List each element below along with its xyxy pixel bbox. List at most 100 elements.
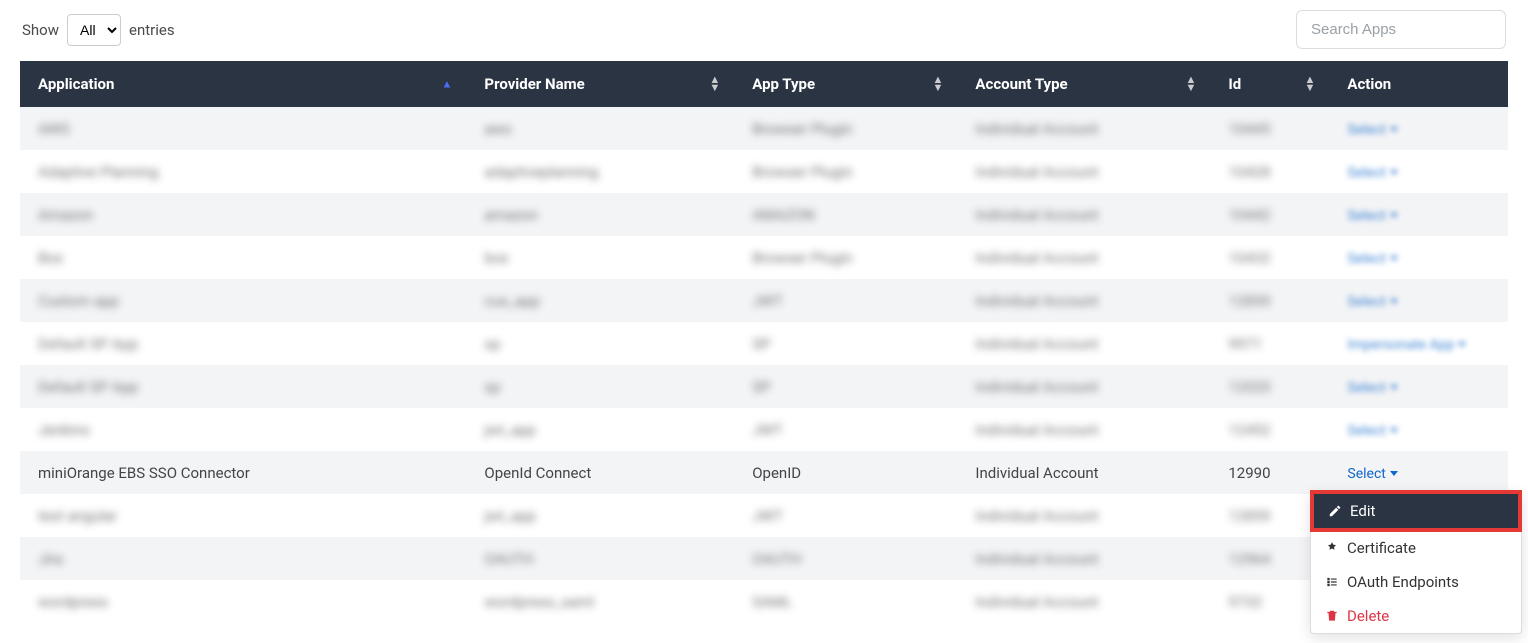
dropdown-oauth[interactable]: OAuth Endpoints (1311, 565, 1521, 599)
cell-acct: Individual Account (957, 236, 1210, 279)
sort-icon: ▲▼ (709, 76, 720, 92)
cell-prov: aws (466, 107, 734, 150)
toolbar: Show All entries (20, 10, 1508, 49)
caret-down-icon (1390, 385, 1398, 390)
table-row: wordpresswordpress_samlSAMLIndividual Ac… (20, 580, 1508, 623)
action-select[interactable]: Select (1347, 466, 1397, 482)
entries-select[interactable]: All (67, 14, 121, 46)
cell-id: 10445 (1210, 107, 1329, 150)
cell-app: Box (20, 236, 466, 279)
list-icon (1325, 575, 1339, 589)
edit-icon (1328, 504, 1342, 518)
table-row: Jenkinsjwt_appJWTIndividual Account12452… (20, 408, 1508, 451)
action-select[interactable]: Select (1347, 122, 1397, 138)
cell-prov: OpenId Connect (466, 451, 734, 494)
table-row: BoxboxBrowser PluginIndividual Account10… (20, 236, 1508, 279)
cell-id: 9971 (1210, 322, 1329, 365)
cell-id: 10428 (1210, 150, 1329, 193)
cell-acct: Individual Account (957, 365, 1210, 408)
table-row: miniOrange EBS SSO ConnectorOpenId Conne… (20, 451, 1508, 494)
certificate-icon (1325, 541, 1339, 555)
table-row: Default SP AppspSPIndividual Account9971… (20, 322, 1508, 365)
cell-action: Impersonate App (1329, 322, 1508, 365)
cell-prov: jwt_app (466, 408, 734, 451)
sort-icon: ▲▼ (933, 76, 944, 92)
cell-id: 12452 (1210, 408, 1329, 451)
action-select[interactable]: Select (1347, 208, 1397, 224)
cell-prov: jwt_app (466, 494, 734, 537)
caret-down-icon (1390, 256, 1398, 261)
cell-prov: sp (466, 322, 734, 365)
table-header-row: Application ▲ Provider Name ▲▼ App Type … (20, 61, 1508, 107)
action-select[interactable]: Select (1347, 165, 1397, 181)
dropdown-certificate[interactable]: Certificate (1311, 531, 1521, 565)
cell-prov: amazon (466, 193, 734, 236)
cell-action: Select (1329, 279, 1508, 322)
cell-id: 12020 (1210, 365, 1329, 408)
cell-app: Jira (20, 537, 466, 580)
cell-type: JWT (734, 408, 957, 451)
caret-down-icon (1458, 342, 1466, 347)
cell-app: Adaptive Planning (20, 150, 466, 193)
sort-icon: ▲▼ (1185, 76, 1196, 92)
header-action: Action (1329, 61, 1508, 107)
cell-app: Custom app (20, 279, 466, 322)
search-input[interactable] (1296, 10, 1506, 49)
cell-prov: adaptiveplanning (466, 150, 734, 193)
cell-type: SP (734, 365, 957, 408)
trash-icon (1325, 609, 1339, 623)
header-account-type[interactable]: Account Type ▲▼ (957, 61, 1210, 107)
sort-asc-icon: ▲ (442, 78, 453, 91)
cell-type: JWT (734, 279, 957, 322)
apps-table: Application ▲ Provider Name ▲▼ App Type … (20, 61, 1508, 623)
caret-down-icon (1390, 170, 1398, 175)
header-provider[interactable]: Provider Name ▲▼ (466, 61, 734, 107)
cell-type: JWT (734, 494, 957, 537)
cell-prov: sp (466, 365, 734, 408)
cell-prov: OAUTH (466, 537, 734, 580)
cell-app: Amazon (20, 193, 466, 236)
show-label: Show (22, 21, 59, 39)
dropdown-edit[interactable]: Edit (1310, 490, 1522, 532)
action-select[interactable]: Select (1347, 380, 1397, 396)
cell-app: miniOrange EBS SSO Connector (20, 451, 466, 494)
cell-action: Select (1329, 365, 1508, 408)
cell-app: AWS (20, 107, 466, 150)
table-row: JiraOAUTHOAUTHIndividual Account12964Sel… (20, 537, 1508, 580)
entries-label: entries (129, 21, 175, 39)
action-select[interactable]: Select (1347, 423, 1397, 439)
header-id[interactable]: Id ▲▼ (1210, 61, 1329, 107)
action-select[interactable]: Select (1347, 251, 1397, 267)
cell-action: Select (1329, 150, 1508, 193)
cell-acct: Individual Account (957, 494, 1210, 537)
header-app-type[interactable]: App Type ▲▼ (734, 61, 957, 107)
cell-acct: Individual Account (957, 193, 1210, 236)
header-application[interactable]: Application ▲ (20, 61, 466, 107)
cell-type: AMAZON (734, 193, 957, 236)
cell-type: SP (734, 322, 957, 365)
cell-app: wordpress (20, 580, 466, 623)
cell-prov: cus_app (466, 279, 734, 322)
action-select[interactable]: Impersonate App (1347, 337, 1466, 353)
dropdown-certificate-label: Certificate (1347, 539, 1416, 557)
caret-down-icon (1390, 299, 1398, 304)
action-select[interactable]: Select (1347, 294, 1397, 310)
cell-acct: Individual Account (957, 408, 1210, 451)
cell-action: Select (1329, 408, 1508, 451)
cell-action: Select (1329, 107, 1508, 150)
cell-prov: box (466, 236, 734, 279)
table-row: Custom appcus_appJWTIndividual Account12… (20, 279, 1508, 322)
table-row: Default SP AppspSPIndividual Account1202… (20, 365, 1508, 408)
table-row: Adaptive PlanningadaptiveplanningBrowser… (20, 150, 1508, 193)
table-row: AWSawsBrowser PluginIndividual Account10… (20, 107, 1508, 150)
cell-acct: Individual Account (957, 322, 1210, 365)
cell-acct: Individual Account (957, 107, 1210, 150)
dropdown-delete[interactable]: Delete (1311, 599, 1521, 633)
cell-acct: Individual Account (957, 537, 1210, 580)
caret-down-icon (1390, 428, 1398, 433)
dropdown-delete-label: Delete (1347, 607, 1389, 625)
cell-prov: wordpress_saml (466, 580, 734, 623)
cell-id: 12859 (1210, 279, 1329, 322)
entries-control: Show All entries (22, 14, 175, 46)
table-row: test angularjwt_appJWTIndividual Account… (20, 494, 1508, 537)
